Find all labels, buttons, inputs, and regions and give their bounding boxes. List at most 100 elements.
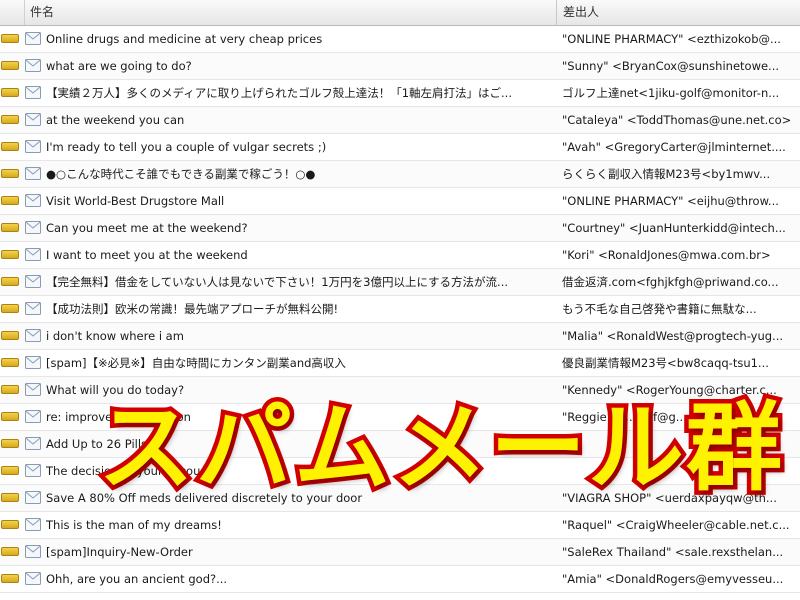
message-sender: もう不毛な自己啓発や書籍に無駄な... — [562, 302, 757, 316]
message-sender: らくらく副収入情報M23号<by1mwv... — [562, 167, 771, 181]
message-subject: Can you meet me at the weekend? — [46, 221, 248, 235]
message-subject: I'm ready to tell you a couple of vulgar… — [46, 140, 327, 154]
flag-icon[interactable] — [1, 61, 19, 70]
flag-icon[interactable] — [1, 358, 19, 367]
message-sender: "Sunny" <BryanCox@sunshinetowe... — [562, 59, 780, 73]
message-sender: "VIAGRA SHOP" <uerdaxpayqw@th... — [562, 491, 777, 505]
message-sender — [562, 431, 798, 457]
envelope-icon — [25, 59, 41, 72]
message-row[interactable]: [spam]Inquiry-New-Order "SaleRex Thailand… — [0, 539, 800, 566]
envelope-icon — [25, 383, 41, 396]
message-row[interactable]: Save A 80% Off meds delivered discretely… — [0, 485, 800, 512]
message-row[interactable]: 【実績２万人】多くのメディアに取り上げられたゴルフ殻上達法！「1軸左肩打法」はご… — [0, 80, 800, 107]
message-subject: What will you do today? — [46, 383, 185, 397]
flag-icon[interactable] — [1, 223, 19, 232]
message-sender: "ONLINE PHARMACY" <ezthizokob@... — [562, 32, 781, 46]
message-row[interactable]: The decision of your account — [0, 458, 800, 485]
flag-icon[interactable] — [1, 385, 19, 394]
message-row[interactable]: 【完全無料】借金をしていない人は見ないで下さい！1万円を3億円以上にする方法が流… — [0, 269, 800, 296]
envelope-icon — [25, 275, 41, 288]
message-subject: Save A 80% Off meds delivered discretely… — [46, 491, 363, 505]
envelope-icon — [25, 437, 41, 450]
message-sender: "Kennedy" <RogerYoung@charter.c... — [562, 383, 777, 397]
envelope-icon — [25, 518, 41, 531]
flag-icon[interactable] — [1, 196, 19, 205]
flag-column-header[interactable] — [0, 0, 25, 25]
message-sender: "SaleRex Thailand" <sale.rexsthelan... — [562, 545, 784, 559]
flag-icon[interactable] — [1, 466, 19, 475]
envelope-icon — [25, 167, 41, 180]
flag-icon[interactable] — [1, 277, 19, 286]
message-list: Online drugs and medicine at very cheap … — [0, 26, 800, 600]
message-subject: Ohh, are you an ancient god?... — [46, 572, 228, 586]
flag-icon[interactable] — [1, 169, 19, 178]
flag-icon[interactable] — [1, 331, 19, 340]
flag-icon[interactable] — [1, 520, 19, 529]
message-row[interactable]: Ohh, are you an ancient god?... "Amia" <D… — [0, 566, 800, 593]
envelope-icon — [25, 194, 41, 207]
message-row[interactable]: Add Up to 26 Pills — [0, 431, 800, 458]
message-row[interactable]: [spam]【※必見※】自由な時間にカンタン副業and高収入 優良副業情報M23号… — [0, 350, 800, 377]
envelope-icon — [25, 491, 41, 504]
message-row[interactable]: I want to meet you at the weekend "Kori" … — [0, 242, 800, 269]
message-row[interactable]: Online drugs and medicine at very cheap … — [0, 26, 800, 53]
envelope-icon — [25, 86, 41, 99]
envelope-icon — [25, 32, 41, 45]
flag-icon[interactable] — [1, 574, 19, 583]
flag-icon[interactable] — [1, 547, 19, 556]
message-row[interactable]: ●○こんな時代こそ誰でもできる副業で稼ごう！○● らくらく副収入情報M23号<by… — [0, 161, 800, 188]
message-sender: "Reggie" <...kaif@g... — [562, 410, 687, 424]
message-subject: 【成功法則】欧米の常識！最先端アプローチが無料公開! — [46, 302, 339, 316]
mail-client-window: 件名 差出人 Online drugs and medicine at very… — [0, 0, 800, 600]
message-row[interactable]: Visit World-Best Drugstore Mall "ONLINE P… — [0, 188, 800, 215]
message-subject: what are we going to do? — [46, 59, 192, 73]
flag-icon[interactable] — [1, 439, 19, 448]
message-sender: 借金返済.com<fghjkfgh@priwand.co... — [562, 275, 779, 289]
message-subject: Visit World-Best Drugstore Mall — [46, 194, 225, 208]
message-row[interactable]: i don't know where i am "Malia" <RonaldWe… — [0, 323, 800, 350]
message-subject: 【完全無料】借金をしていない人は見ないで下さい！1万円を3億円以上にする方法が流… — [46, 275, 509, 289]
message-subject: I want to meet you at the weekend — [46, 248, 248, 262]
flag-icon[interactable] — [1, 250, 19, 259]
flag-icon[interactable] — [1, 34, 19, 43]
message-row[interactable]: Can you meet me at the weekend? "Courtney… — [0, 215, 800, 242]
envelope-icon — [25, 545, 41, 558]
message-list-header: 件名 差出人 — [0, 0, 800, 26]
flag-icon[interactable] — [1, 115, 19, 124]
message-row[interactable]: what are we going to do? "Sunny" <BryanCo… — [0, 53, 800, 80]
envelope-icon — [25, 221, 41, 234]
envelope-icon — [25, 248, 41, 261]
message-subject: ●○こんな時代こそ誰でもできる副業で稼ごう！○● — [46, 167, 316, 181]
envelope-icon — [25, 302, 41, 315]
message-row[interactable]: 【成功法則】欧米の常識！最先端アプローチが無料公開! もう不毛な自己啓発や書籍に無… — [0, 296, 800, 323]
message-row[interactable]: re: improve your position "Reggie" <...ka… — [0, 404, 800, 431]
envelope-icon — [25, 140, 41, 153]
message-row[interactable]: at the weekend you can "Cataleya" <ToddTh… — [0, 107, 800, 134]
flag-icon[interactable] — [1, 493, 19, 502]
message-sender — [562, 458, 798, 484]
message-sender: "Kori" <RonaldJones@mwa.com.br> — [562, 248, 771, 262]
subject-column-header[interactable]: 件名 — [24, 0, 556, 25]
message-subject: Add Up to 26 Pills — [46, 437, 148, 451]
message-subject: i don't know where i am — [46, 329, 184, 343]
message-row[interactable]: I'm ready to tell you a couple of vulgar… — [0, 134, 800, 161]
flag-icon[interactable] — [1, 304, 19, 313]
message-row[interactable]: This is the man of my dreams! "Raquel" <C… — [0, 512, 800, 539]
flag-icon[interactable] — [1, 412, 19, 421]
envelope-icon — [25, 329, 41, 342]
flag-icon[interactable] — [1, 142, 19, 151]
envelope-icon — [25, 464, 41, 477]
message-subject: This is the man of my dreams! — [46, 518, 222, 532]
sender-column-header[interactable]: 差出人 — [556, 0, 800, 25]
message-sender: "Courtney" <JuanHunterkidd@intech... — [562, 221, 786, 235]
message-subject: 【実績２万人】多くのメディアに取り上げられたゴルフ殻上達法！「1軸左肩打法」はご… — [46, 86, 512, 100]
message-subject: Online drugs and medicine at very cheap … — [46, 32, 323, 46]
message-subject: The decision of your account — [46, 464, 213, 478]
envelope-icon — [25, 113, 41, 126]
message-sender: "ONLINE PHARMACY" <eijhu@throw... — [562, 194, 779, 208]
message-subject: [spam]【※必見※】自由な時間にカンタン副業and高収入 — [46, 356, 346, 370]
flag-icon[interactable] — [1, 88, 19, 97]
message-row[interactable]: What will you do today? "Kennedy" <RogerY… — [0, 377, 800, 404]
message-sender: "Raquel" <CraigWheeler@cable.net.c... — [562, 518, 790, 532]
envelope-icon — [25, 356, 41, 369]
